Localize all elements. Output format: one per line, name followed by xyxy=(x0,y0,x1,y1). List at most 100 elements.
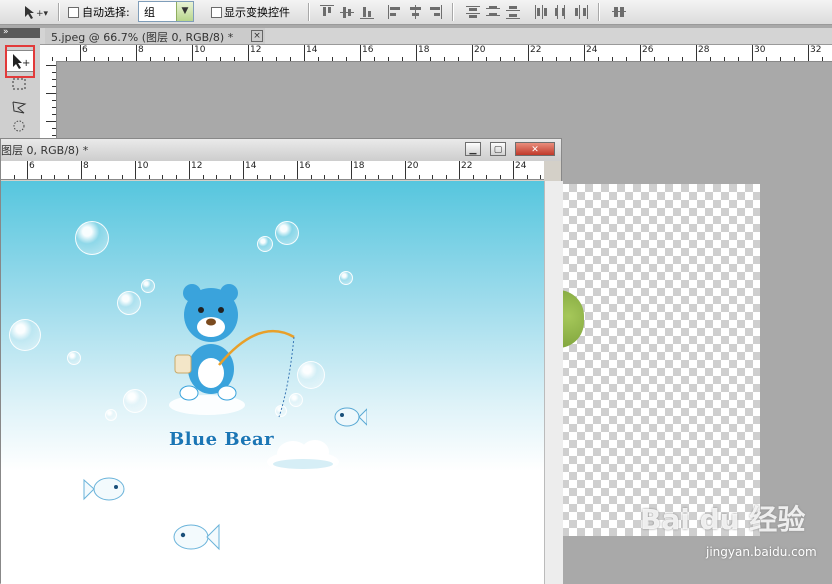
ruler-tick xyxy=(682,57,683,61)
ruler-tick xyxy=(189,161,190,179)
fish-illustration xyxy=(334,407,367,427)
ruler-tick xyxy=(310,175,312,179)
lasso-tool-button[interactable] xyxy=(6,98,32,118)
ruler-label: 18 xyxy=(353,161,365,171)
ruler-tick xyxy=(612,57,613,61)
quick-selection-tool-button[interactable] xyxy=(6,118,32,136)
ruler-label: 10 xyxy=(137,161,149,171)
bubble xyxy=(141,279,155,293)
ruler-tick xyxy=(27,161,28,179)
ruler-tick xyxy=(121,175,123,179)
document-tab[interactable]: 5.jpeg @ 66.7% (图层 0, RGB/8) * × xyxy=(45,28,265,44)
distribute-top-icon[interactable] xyxy=(466,5,480,19)
ruler-label: 12 xyxy=(250,45,262,55)
ruler-label: 14 xyxy=(306,45,318,55)
align-right-icon[interactable] xyxy=(428,5,442,19)
align-left-icon[interactable] xyxy=(388,5,402,19)
baidu-watermark: Bai du 经验 xyxy=(640,503,806,536)
blue-bear-illustration xyxy=(169,284,295,418)
ruler-tick xyxy=(402,57,403,61)
ruler-tick xyxy=(416,45,417,61)
ruler-tick xyxy=(52,128,56,129)
ruler-tick xyxy=(122,57,123,61)
ruler-label: 6 xyxy=(29,161,35,171)
ruler-tick xyxy=(262,57,263,61)
maximize-icon[interactable]: ▢ xyxy=(490,142,506,156)
align-top-icon[interactable] xyxy=(320,5,334,19)
ruler-tick xyxy=(192,45,193,61)
ruler-tick xyxy=(202,175,204,179)
close-icon[interactable]: × xyxy=(251,30,263,42)
ruler-tick xyxy=(248,45,249,61)
ruler-tick xyxy=(499,175,501,179)
bubble xyxy=(257,236,273,252)
auto-select-dropdown[interactable]: 组 ▼ xyxy=(138,1,194,22)
ruler-tick xyxy=(52,72,56,73)
ruler-tick xyxy=(418,175,420,179)
ruler-label: 16 xyxy=(362,45,374,55)
ruler-label: 20 xyxy=(474,45,486,55)
distribute-bottom-icon[interactable] xyxy=(506,5,520,19)
ruler-label: 20 xyxy=(407,161,419,171)
bubble xyxy=(117,291,141,315)
window-horizontal-ruler: 6 8 10 12 14 16 18 20 22 24 xyxy=(1,161,544,180)
move-tool-preset-icon[interactable]: +▾ xyxy=(22,3,50,21)
auto-select-label: 自动选择: xyxy=(82,6,130,19)
ruler-tick xyxy=(514,57,515,61)
align-horizontal-center-icon[interactable] xyxy=(408,5,422,19)
ruler-tick xyxy=(598,57,599,61)
ruler-tick xyxy=(626,57,627,61)
distribute-right-icon[interactable] xyxy=(574,5,588,19)
show-transform-checkbox[interactable] xyxy=(211,7,222,18)
distribute-vertical-center-icon[interactable] xyxy=(486,5,500,19)
align-bottom-icon[interactable] xyxy=(360,5,374,19)
ruler-tick xyxy=(52,100,56,101)
divider xyxy=(452,3,454,21)
ruler-tick xyxy=(220,57,221,61)
align-vertical-center-icon[interactable] xyxy=(340,5,354,19)
ruler-tick xyxy=(40,175,42,179)
window-titlebar[interactable]: 图层 0, RGB/8) * ▁ ▢ ✕ xyxy=(1,139,561,161)
ruler-tick xyxy=(318,57,319,61)
image-canvas[interactable]: Blue Bear xyxy=(1,181,544,584)
ruler-tick xyxy=(94,57,95,61)
chevron-down-icon[interactable]: ▼ xyxy=(176,2,193,21)
ruler-tick xyxy=(136,45,137,61)
ruler-tick xyxy=(52,135,56,136)
ruler-tick xyxy=(66,57,67,61)
bubble xyxy=(75,221,109,255)
fish-illustration xyxy=(83,477,125,501)
collapse-icon[interactable]: » xyxy=(3,27,9,37)
ruler-tick xyxy=(229,175,231,179)
auto-select-checkbox[interactable] xyxy=(68,7,79,18)
document-tab-bar: 5.jpeg @ 66.7% (图层 0, RGB/8) * × xyxy=(40,28,832,45)
marquee-tool-button[interactable] xyxy=(6,75,32,95)
ruler-tick xyxy=(540,175,541,179)
ruler-tick xyxy=(135,161,136,179)
auto-align-layers-icon[interactable] xyxy=(612,5,626,19)
ruler-tick xyxy=(364,175,366,179)
close-icon[interactable]: ✕ xyxy=(515,142,555,156)
ruler-tick xyxy=(52,107,56,108)
ruler-tick xyxy=(752,45,753,61)
ruler-tick xyxy=(270,175,271,179)
ruler-tick xyxy=(780,57,781,61)
ruler-tick xyxy=(81,161,82,179)
cloud-illustration xyxy=(267,440,339,473)
distribute-left-icon[interactable] xyxy=(534,5,548,19)
ruler-label: 32 xyxy=(810,45,822,55)
minimize-icon[interactable]: ▁ xyxy=(465,142,481,156)
ruler-tick xyxy=(178,57,179,61)
auto-select-value: 组 xyxy=(144,6,155,19)
ruler-tick xyxy=(234,57,235,61)
ruler-tick xyxy=(528,45,529,61)
ruler-tick xyxy=(432,175,433,179)
ruler-tick xyxy=(52,86,56,87)
vertical-scrollbar[interactable] xyxy=(544,181,563,584)
toolbox-header[interactable]: » xyxy=(0,27,40,38)
ruler-label: 6 xyxy=(82,45,88,55)
distribute-horizontal-center-icon[interactable] xyxy=(554,5,568,19)
document-tab-title: 5.jpeg @ 66.7% (图层 0, RGB/8) * xyxy=(51,31,234,44)
ruler-tick xyxy=(430,57,431,61)
ruler-tick xyxy=(472,175,474,179)
